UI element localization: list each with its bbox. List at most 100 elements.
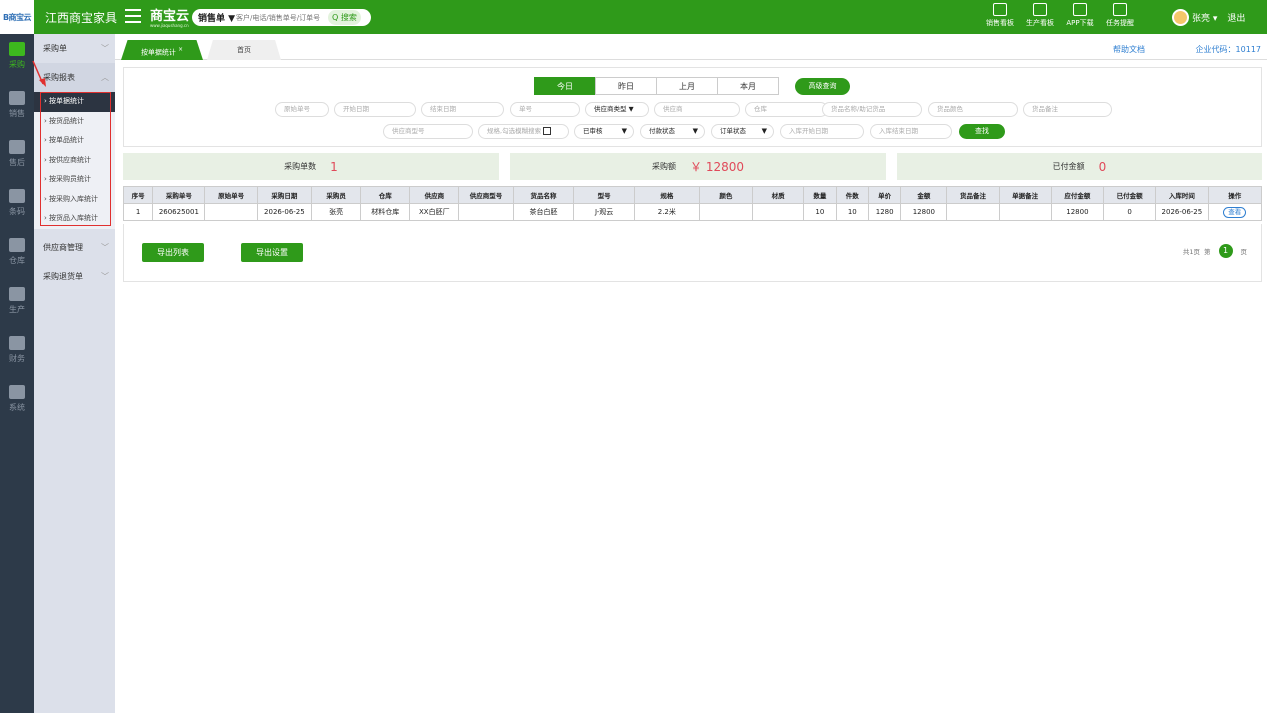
rail-item-sales[interactable]: 销售 (0, 83, 34, 132)
sales-board-button[interactable]: 销售看板 (980, 3, 1020, 28)
inbound-end-date-field[interactable]: 入库结束日期 (870, 124, 952, 139)
sidebar-item-by-goods-inbound[interactable]: › 按货品入库统计 (34, 209, 115, 229)
column-header[interactable]: 材质 (751, 186, 805, 204)
view-button[interactable]: 查看 (1223, 206, 1247, 218)
column-header[interactable]: 供应商型号 (458, 186, 514, 204)
task-reminder-button[interactable]: 任务提醒 (1100, 3, 1140, 28)
sidebar-item-by-document[interactable]: › 按单据统计 (34, 92, 115, 112)
user-name[interactable]: 张亮 ▾ (1192, 11, 1217, 24)
column-header: 操作 (1207, 186, 1262, 204)
search-input[interactable] (236, 13, 328, 22)
flag-icon (1113, 3, 1127, 16)
search-type-select[interactable]: 销售单 ▼ (192, 11, 236, 24)
date-tab-last-month[interactable]: 上月 (656, 77, 718, 95)
advanced-search-button[interactable]: 高级查询 (795, 78, 850, 95)
sidebar-item-by-single-item[interactable]: › 按单品统计 (34, 131, 115, 151)
app-download-button[interactable]: APP下载 (1060, 3, 1100, 28)
column-header[interactable]: 单据备注 (998, 186, 1052, 204)
goods-color-field[interactable]: 货品颜色 (928, 102, 1018, 117)
chevron-down-icon: ﹀ (101, 44, 109, 53)
warehouse-field[interactable]: 仓库 (745, 102, 828, 117)
sidebar-item-by-buyer[interactable]: › 按采购员统计 (34, 170, 115, 190)
fuzzy-checkbox[interactable] (543, 127, 552, 135)
start-date-field[interactable]: 开始日期 (334, 102, 416, 117)
sidebar-item-by-goods[interactable]: › 按货品统计 (34, 111, 115, 131)
rail-item-aftersales[interactable]: 售后 (0, 132, 34, 181)
hamburger-menu-icon[interactable] (125, 9, 141, 23)
sidebar-group-purchase-order[interactable]: 采购单 ﹀ (34, 34, 115, 63)
column-header[interactable]: 应付金额 (1050, 186, 1105, 204)
table-cell: J-观云 (573, 203, 635, 221)
sidebar-item-by-inbound[interactable]: › 按采购入库统计 (34, 189, 115, 209)
table-cell (751, 203, 805, 221)
close-icon[interactable]: × (178, 47, 183, 53)
grid-icon (9, 91, 25, 105)
column-header[interactable]: 型号 (573, 186, 635, 204)
search-button[interactable]: Q 搜索 (328, 10, 361, 25)
avatar[interactable] (1172, 9, 1189, 26)
column-header[interactable]: 仓库 (360, 186, 411, 204)
date-tab-this-month[interactable]: 本月 (717, 77, 779, 95)
production-board-button[interactable]: 生产看板 (1020, 3, 1060, 28)
column-header[interactable]: 规格 (633, 186, 700, 204)
supplier-field[interactable]: 供应商 (654, 102, 740, 117)
date-range-tabs: 今日 昨日 上月 本月 (534, 77, 779, 95)
payment-status-select[interactable]: 付款状态 ▼ (640, 124, 705, 139)
end-date-field[interactable]: 结束日期 (421, 102, 504, 117)
find-button[interactable]: 查找 (959, 124, 1005, 139)
table-cell: 1280 (867, 203, 902, 221)
rail-item-finance[interactable]: 财务 (0, 328, 34, 377)
column-header[interactable]: 序号 (122, 186, 154, 204)
table-footer: 导出列表 导出设置 共1页 第 1 页 (123, 224, 1262, 282)
goods-name-field[interactable]: 货品名称/助记货品 (822, 102, 922, 117)
export-list-button[interactable]: 导出列表 (142, 243, 204, 262)
supplier-model-field[interactable]: 供应商型号 (383, 124, 473, 139)
order-status-select[interactable]: 订单状态 ▼ (711, 124, 774, 139)
column-header[interactable]: 采购员 (311, 186, 362, 204)
supplier-type-select[interactable]: 供应商类型 ▼ (585, 102, 649, 117)
page-number[interactable]: 1 (1218, 244, 1233, 258)
summary-paid-amount: 已付金额 0 (897, 153, 1262, 180)
column-header[interactable]: 采购单号 (152, 186, 206, 204)
column-header[interactable]: 件数 (835, 186, 869, 204)
rail-item-production[interactable]: 生产 (0, 279, 34, 328)
column-header[interactable]: 已付金额 (1103, 186, 1157, 204)
rail-item-purchase[interactable]: 采购 (0, 34, 34, 83)
column-header[interactable]: 原始单号 (204, 186, 258, 204)
column-header[interactable]: 供应商 (409, 186, 460, 204)
column-header[interactable]: 货品备注 (946, 186, 1000, 204)
rail-item-warehouse[interactable]: 仓库 (0, 230, 34, 279)
help-link[interactable]: 帮助文档 (1113, 44, 1145, 55)
goods-remark-field[interactable]: 货品备注 (1023, 102, 1112, 117)
original-no-field[interactable]: 原始单号 (275, 102, 329, 117)
date-tab-today[interactable]: 今日 (534, 77, 596, 95)
rail-item-system[interactable]: 系统 (0, 377, 34, 426)
column-header[interactable]: 单价 (867, 186, 902, 204)
spec-fuzzy-field[interactable]: 规格,勾选模糊搜索 (478, 124, 569, 139)
column-header[interactable]: 采购日期 (256, 186, 313, 204)
column-header[interactable]: 数量 (803, 186, 837, 204)
audit-status-select[interactable]: 已审核 ▼ (574, 124, 634, 139)
table-cell: 1 (122, 203, 154, 221)
doc-no-field[interactable]: 单号 (510, 102, 580, 117)
logout-link[interactable]: 退出 (1227, 11, 1245, 24)
sidebar-item-by-supplier[interactable]: › 按供应商统计 (34, 150, 115, 170)
sidebar-group-supplier[interactable]: 供应商管理 ﹀ (34, 233, 115, 262)
column-header[interactable]: 入库时间 (1155, 186, 1209, 204)
table-cell: 0 (1103, 203, 1157, 221)
app-logo[interactable]: B商宝云 (0, 0, 34, 34)
export-settings-button[interactable]: 导出设置 (241, 243, 303, 262)
robot-arm-icon (9, 287, 25, 301)
tab-home[interactable]: 首页 (207, 40, 281, 60)
column-header[interactable]: 货品名称 (512, 186, 575, 204)
table-cell (698, 203, 753, 221)
top-bar: B商宝云 江西商宝家具 商宝云 www.jiaqushang.cn 销售单 ▼ … (0, 0, 1267, 34)
column-header[interactable]: 金额 (900, 186, 948, 204)
rail-item-barcode[interactable]: 条码 (0, 181, 34, 230)
inbound-start-date-field[interactable]: 入库开始日期 (780, 124, 864, 139)
column-header[interactable]: 颜色 (698, 186, 753, 204)
table-row: 1 260625001 2026-06-25 张亮 材料仓库 XX白胚厂 茶台白… (122, 203, 1262, 221)
sidebar-group-purchase-return[interactable]: 采购退货单 ﹀ (34, 262, 115, 291)
tab-by-document[interactable]: 按单据统计 × (121, 40, 203, 60)
date-tab-yesterday[interactable]: 昨日 (595, 77, 657, 95)
